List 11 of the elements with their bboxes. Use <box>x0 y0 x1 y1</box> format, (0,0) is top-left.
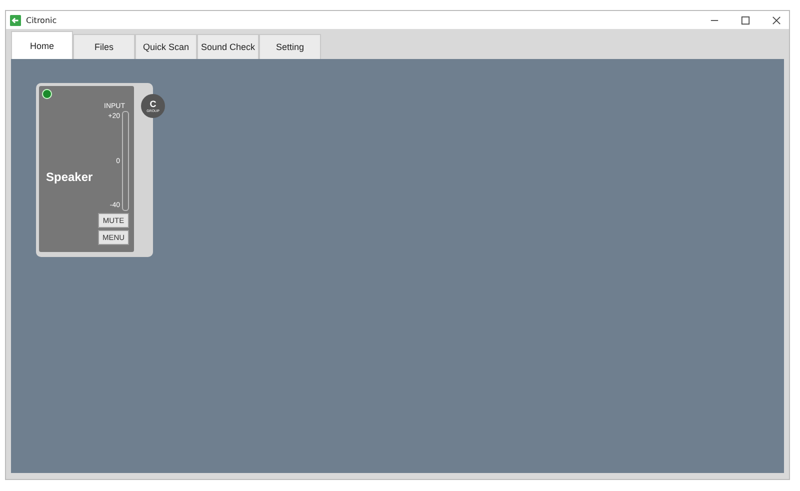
maximize-icon[interactable] <box>741 16 750 24</box>
channel-name: Speaker <box>46 170 93 184</box>
tab[interactable]: Files <box>73 34 135 59</box>
tab[interactable]: Home <box>11 31 73 59</box>
window-title: Citronic <box>26 16 57 24</box>
tab[interactable]: Setting <box>259 34 321 59</box>
tab[interactable]: Sound Check <box>197 34 259 59</box>
close-icon[interactable] <box>772 16 781 24</box>
tab[interactable]: Quick Scan <box>135 34 197 59</box>
group-letter: C <box>150 100 156 108</box>
app-icon <box>10 14 21 26</box>
